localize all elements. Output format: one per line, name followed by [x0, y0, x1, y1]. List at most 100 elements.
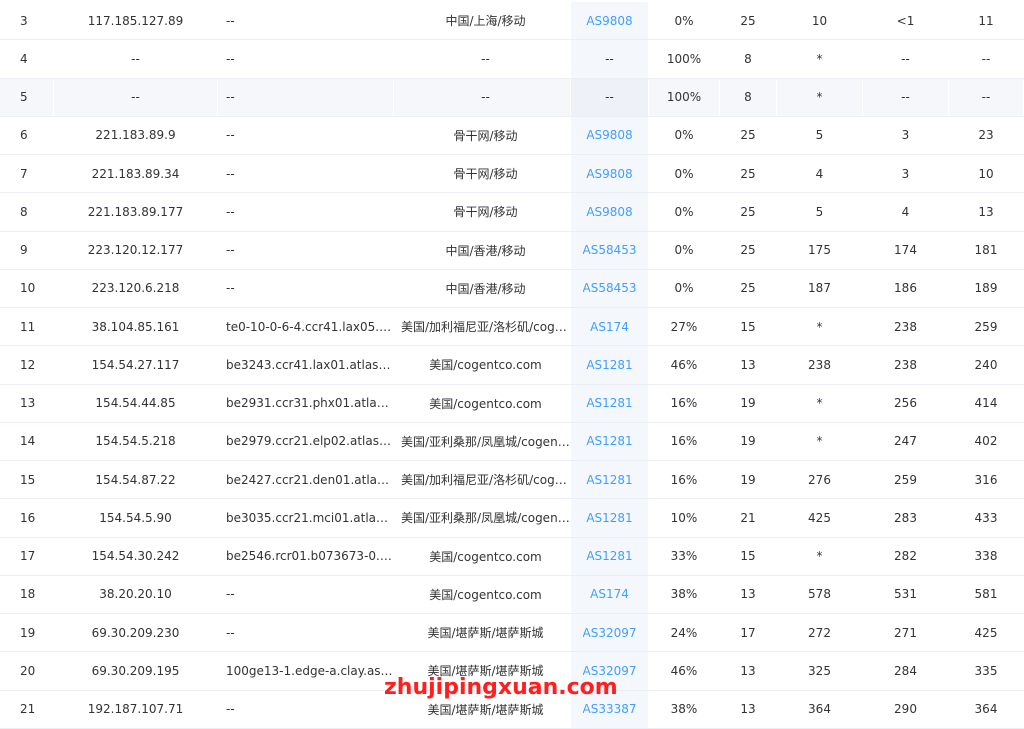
hostname-cell-text: be2427.ccr21.den01.atlas.co... — [226, 472, 393, 487]
best-cell-text: 238 — [894, 319, 917, 334]
ip-cell: 38.104.85.161 — [54, 308, 218, 346]
sent-cell-text: 25 — [740, 204, 756, 219]
loss-cell-text: 38% — [670, 702, 698, 717]
location-cell-text: 骨干网/移动 — [453, 128, 518, 143]
loss-cell-text: 0% — [674, 243, 694, 258]
ip-cell: 154.54.87.22 — [54, 461, 218, 499]
location-cell-text: 骨干网/移动 — [453, 167, 518, 182]
location-cell-text: 美国/cogentco.com — [429, 549, 542, 564]
last-cell-text: 4 — [815, 166, 824, 181]
as-cell: AS32097 — [571, 614, 649, 652]
location-cell: 骨干网/移动 — [394, 116, 571, 154]
as-link[interactable]: AS58453 — [583, 243, 637, 257]
ip-cell-text: 223.120.6.218 — [91, 281, 180, 296]
as-link[interactable]: AS9808 — [586, 14, 632, 28]
ip-cell-text: 69.30.209.230 — [91, 625, 180, 640]
sent-cell-text: 25 — [740, 128, 756, 143]
sent-cell: 25 — [720, 269, 777, 307]
avg-cell-text: -- — [981, 90, 991, 105]
as-link[interactable]: AS1281 — [586, 358, 632, 372]
hop-cell-text: 20 — [20, 663, 36, 678]
avg-cell: 433 — [949, 499, 1024, 537]
hostname-cell-text: 100ge13-1.edge-a.clay.as333... — [226, 663, 393, 678]
sent-cell-text: 17 — [740, 625, 756, 640]
hop-cell: 3 — [0, 2, 54, 40]
avg-cell-text: 23 — [978, 128, 994, 143]
location-cell: 美国/堪萨斯/堪萨斯城 — [394, 614, 571, 652]
hop-cell: 16 — [0, 499, 54, 537]
table-row: 5 -- -- -- -- 100% 8 * -- -- — [0, 78, 1024, 117]
last-cell-text: * — [816, 90, 823, 105]
as-link[interactable]: AS1281 — [586, 549, 632, 563]
last-cell: 272 — [777, 614, 863, 652]
hostname-cell: be3035.ccr21.mci01.atlas.co... — [218, 499, 394, 537]
hop-cell: 7 — [0, 155, 54, 193]
avg-cell-text: 335 — [974, 663, 998, 678]
hostname-cell: -- — [218, 575, 394, 613]
last-cell: 187 — [777, 269, 863, 307]
loss-cell-text: 100% — [666, 51, 702, 66]
location-cell: 骨干网/移动 — [394, 193, 571, 231]
location-cell-text: 美国/cogentco.com — [429, 358, 542, 373]
hop-cell-text: 12 — [20, 357, 36, 372]
sent-cell-text: 19 — [740, 434, 756, 449]
as-link[interactable]: AS9808 — [586, 167, 632, 181]
as-link[interactable]: AS33387 — [583, 702, 637, 716]
location-cell: 骨干网/移动 — [394, 155, 571, 193]
hostname-cell-text: te0-10-0-6-4.ccr41.lax05.atla... — [226, 319, 393, 334]
avg-cell: -- — [949, 40, 1024, 78]
loss-cell-text: 16% — [670, 472, 698, 487]
hostname-cell: 100ge13-1.edge-a.clay.as333... — [218, 652, 394, 690]
loss-cell: 38% — [649, 690, 720, 728]
ip-cell-text: 38.104.85.161 — [91, 319, 180, 334]
avg-cell-text: 10 — [978, 166, 994, 181]
as-link[interactable]: AS174 — [590, 587, 629, 601]
as-link[interactable]: AS9808 — [586, 205, 632, 219]
sent-cell-text: 8 — [744, 90, 752, 105]
loss-cell-text: 46% — [670, 357, 698, 372]
sent-cell: 25 — [720, 116, 777, 154]
best-cell-text: 247 — [894, 434, 917, 449]
ip-cell: 154.54.5.90 — [54, 499, 218, 537]
as-link[interactable]: AS1281 — [586, 473, 632, 487]
avg-cell-text: 338 — [974, 549, 998, 564]
hop-cell: 15 — [0, 461, 54, 499]
sent-cell: 13 — [720, 690, 777, 728]
as-cell: AS1281 — [571, 461, 649, 499]
as-link[interactable]: AS9808 — [586, 128, 632, 142]
hostname-cell-text: be2546.rcr01.b073673-0.mci... — [226, 549, 393, 564]
best-cell-text: 283 — [894, 510, 917, 525]
sent-cell: 19 — [720, 384, 777, 422]
as-link[interactable]: AS58453 — [583, 281, 637, 295]
as-link[interactable]: AS1281 — [586, 511, 632, 525]
loss-cell-text: 0% — [674, 204, 694, 219]
avg-cell-text: 181 — [974, 243, 998, 258]
location-cell: -- — [394, 78, 571, 116]
last-cell: * — [777, 78, 863, 116]
hostname-cell: te0-10-0-6-4.ccr41.lax05.atla... — [218, 308, 394, 346]
loss-cell: 0% — [649, 269, 720, 307]
loss-cell-text: 16% — [670, 396, 698, 411]
location-cell: 中国/香港/移动 — [394, 231, 571, 269]
loss-cell-text: 0% — [674, 128, 694, 143]
as-link[interactable]: AS174 — [590, 320, 629, 334]
sent-cell: 8 — [720, 40, 777, 78]
ip-cell: 38.20.20.10 — [54, 575, 218, 613]
last-cell: 578 — [777, 575, 863, 613]
best-cell: 531 — [863, 575, 949, 613]
best-cell-text: 259 — [894, 472, 917, 487]
as-link[interactable]: AS32097 — [583, 626, 637, 640]
ip-cell: 154.54.30.242 — [54, 537, 218, 575]
table-row: 7 221.183.89.34 -- 骨干网/移动 AS9808 0% 25 4 3 10 — [0, 155, 1024, 194]
last-cell-text: 175 — [808, 243, 831, 258]
location-cell-text: 美国/亚利桑那/凤凰城/cogent... — [401, 434, 570, 449]
as-cell: AS9808 — [571, 116, 649, 154]
hop-cell-text: 5 — [20, 90, 28, 105]
ip-cell-text: 154.54.5.90 — [99, 510, 172, 525]
as-link[interactable]: AS1281 — [586, 434, 632, 448]
loss-cell: 16% — [649, 422, 720, 460]
sent-cell-text: 13 — [740, 357, 756, 372]
hop-cell-text: 7 — [20, 166, 28, 181]
last-cell: 10 — [777, 2, 863, 40]
as-link[interactable]: AS1281 — [586, 396, 632, 410]
